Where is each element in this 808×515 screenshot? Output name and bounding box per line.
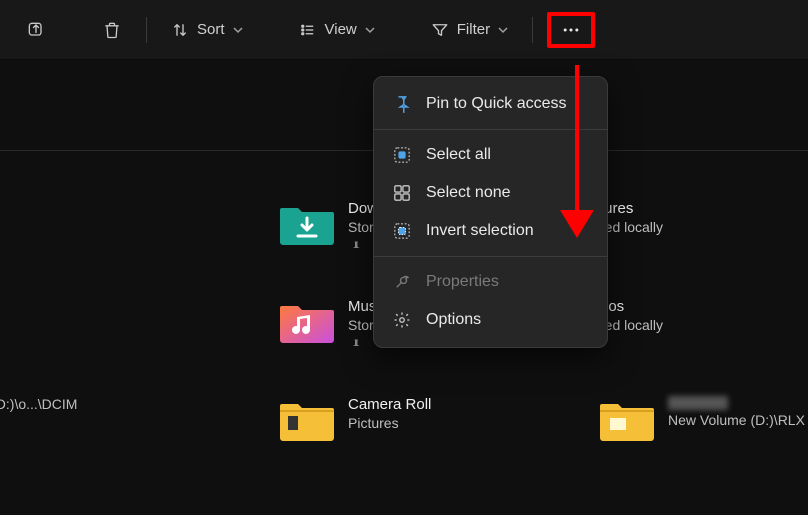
- toolbar-divider: [146, 17, 147, 43]
- pin-icon: [392, 94, 412, 114]
- more-options-button[interactable]: [547, 12, 595, 48]
- gear-icon: [392, 310, 412, 330]
- folder-item-videos[interactable]: eos red locally: [600, 298, 808, 356]
- menu-label: Options: [426, 311, 481, 329]
- menu-label: Pin to Quick access: [426, 95, 567, 113]
- folder-icon: [280, 396, 334, 442]
- ellipsis-icon: [561, 20, 581, 40]
- view-label: View: [325, 21, 357, 38]
- folder-icon: [600, 396, 654, 442]
- wrench-icon: [392, 272, 412, 292]
- delete-button[interactable]: [92, 14, 132, 46]
- filter-button[interactable]: Filter: [421, 15, 518, 45]
- item-subtitle: red locally: [600, 219, 663, 235]
- item-subtitle: New Volume (D:)\RLX: [668, 412, 805, 428]
- item-title: eos: [600, 298, 663, 315]
- folder-item-pictures[interactable]: tures red locally: [600, 200, 808, 258]
- share-button[interactable]: [16, 14, 56, 46]
- menu-pin-quick-access[interactable]: Pin to Quick access: [374, 85, 607, 123]
- item-subtitle: red locally: [600, 317, 663, 333]
- menu-options[interactable]: Options: [374, 301, 607, 339]
- view-icon: [299, 21, 317, 39]
- toolbar-divider: [532, 17, 533, 43]
- menu-label: Select none: [426, 184, 511, 202]
- item-title: tures: [600, 200, 663, 217]
- annotation-arrow-line: [575, 65, 579, 219]
- filter-label: Filter: [457, 21, 490, 38]
- sort-label: Sort: [197, 21, 225, 38]
- select-none-icon: [392, 183, 412, 203]
- trash-icon: [102, 20, 122, 40]
- downloads-folder-icon: [280, 200, 334, 246]
- item-subtitle: Pictures: [348, 415, 431, 431]
- item-title-redacted: [668, 396, 728, 410]
- toolbar: Sort View Filter: [0, 0, 808, 60]
- menu-label: Properties: [426, 273, 499, 291]
- menu-select-all[interactable]: Select all: [374, 136, 607, 174]
- menu-properties: Properties: [374, 263, 607, 301]
- menu-select-none[interactable]: Select none: [374, 174, 607, 212]
- filter-icon: [431, 21, 449, 39]
- menu-separator: [374, 129, 607, 130]
- folder-item-camera-roll[interactable]: Camera Roll Pictures: [280, 396, 540, 442]
- select-all-icon: [392, 145, 412, 165]
- share-icon: [26, 20, 46, 40]
- folder-item-rlx[interactable]: New Volume (D:)\RLX: [600, 396, 808, 442]
- sort-icon: [171, 21, 189, 39]
- folder-item[interactable]: ume (D:)\o...\DCIM: [0, 396, 220, 442]
- folder-item[interactable]: cally: [0, 298, 220, 356]
- annotation-arrow-head: [560, 210, 594, 238]
- view-button[interactable]: View: [289, 15, 385, 45]
- chevron-down-icon: [498, 25, 508, 35]
- item-subtitle: ume (D:)\o...\DCIM: [0, 396, 77, 412]
- menu-label: Invert selection: [426, 222, 534, 240]
- folder-item[interactable]: cally: [0, 200, 220, 258]
- chevron-down-icon: [233, 25, 243, 35]
- music-folder-icon: [280, 298, 334, 344]
- chevron-down-icon: [365, 25, 375, 35]
- menu-separator: [374, 256, 607, 257]
- menu-label: Select all: [426, 146, 491, 164]
- invert-selection-icon: [392, 221, 412, 241]
- item-title: Camera Roll: [348, 396, 431, 413]
- sort-button[interactable]: Sort: [161, 15, 253, 45]
